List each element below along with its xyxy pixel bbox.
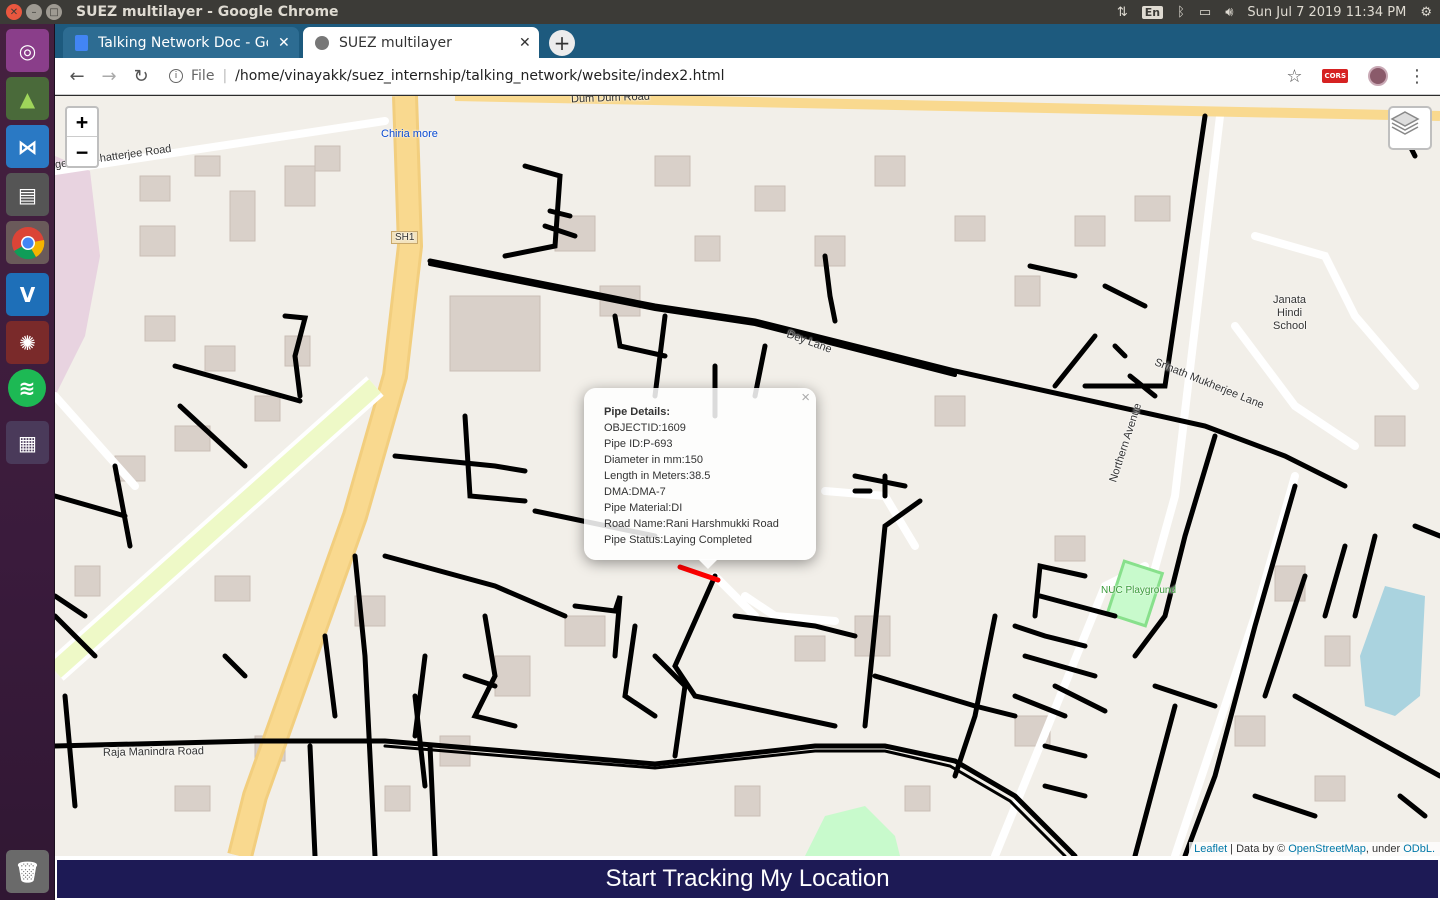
reload-icon[interactable]: ↻ bbox=[125, 66, 157, 87]
popup-heading: Pipe Details: bbox=[604, 406, 671, 418]
google-docs-icon bbox=[75, 34, 88, 51]
layers-icon bbox=[1390, 111, 1420, 135]
battery-icon[interactable]: ▭ bbox=[1199, 5, 1211, 20]
pipe-details-popup: × Pipe Details: OBJECTID:1609 Pipe ID:P-… bbox=[584, 388, 816, 560]
window-minimize-button[interactable]: – bbox=[26, 4, 42, 20]
keyboard-language-indicator[interactable]: En bbox=[1141, 5, 1164, 19]
popup-line: DMA:DMA-7 bbox=[604, 486, 666, 498]
tab-talking-network-doc[interactable]: Talking Network Doc - Google Docs ✕ bbox=[63, 27, 299, 58]
tab-label: Talking Network Doc - Google Docs bbox=[98, 34, 268, 51]
map-label-nuc-playground: NUC Playground bbox=[1101, 585, 1177, 596]
popup-line: Pipe Material:DI bbox=[604, 502, 683, 514]
scheme-label: File bbox=[191, 68, 215, 84]
map-label-raja-manindra-road: Raja Manindra Road bbox=[102, 745, 204, 759]
map-attribution: Leaflet | Data by © OpenStreetMap, under… bbox=[1189, 842, 1440, 856]
chrome-icon[interactable] bbox=[6, 221, 49, 264]
files-icon[interactable]: ▤ bbox=[6, 173, 49, 216]
volume-icon[interactable]: 🔊︎ bbox=[1225, 5, 1233, 20]
popup-line: Diameter in mm:150 bbox=[604, 454, 704, 466]
map-label-sh1: SH1 bbox=[391, 231, 419, 244]
menu-dots-icon[interactable]: ⋮ bbox=[1408, 66, 1426, 87]
browser-toolbar: ← → ↻ i File | /home/vinayakk/suez_inter… bbox=[55, 58, 1440, 95]
clock[interactable]: Sun Jul 7 2019 11:34 PM bbox=[1247, 5, 1406, 20]
popup-line: Pipe Status:Laying Completed bbox=[604, 534, 752, 546]
trash-icon[interactable]: 🗑︎ bbox=[6, 850, 49, 893]
popup-line: Road Name:Rani Harshmukki Road bbox=[604, 518, 779, 530]
window-maximize-button[interactable]: □ bbox=[46, 4, 62, 20]
tab-suez-multilayer[interactable]: SUEZ multilayer ✕ bbox=[303, 27, 539, 58]
back-arrow-icon[interactable]: ← bbox=[61, 66, 93, 87]
window-controls: ✕ – □ bbox=[2, 4, 64, 20]
launcher: ◎ ▲ ⋈ ▤ V ✺ ≋ ▦ 🗑︎ bbox=[0, 24, 55, 900]
zoom-control: + − bbox=[65, 106, 99, 168]
osm-link[interactable]: OpenStreetMap bbox=[1288, 843, 1366, 855]
leaflet-link[interactable]: Leaflet bbox=[1194, 843, 1227, 855]
address-bar[interactable]: i File | /home/vinayakk/suez_internship/… bbox=[169, 68, 725, 84]
vnc-viewer-icon[interactable]: V bbox=[6, 273, 49, 316]
tab-label: SUEZ multilayer bbox=[339, 34, 452, 51]
zoom-out-button[interactable]: − bbox=[67, 137, 97, 166]
bookmark-star-icon[interactable]: ☆ bbox=[1286, 66, 1302, 87]
popup-close-button[interactable]: × bbox=[801, 390, 810, 406]
map-label-chiria-more: Chiria more bbox=[381, 128, 438, 140]
network-transfer-icon[interactable]: ⇅ bbox=[1117, 5, 1128, 20]
layers-control-button[interactable] bbox=[1388, 106, 1432, 150]
tracking-bar: Start Tracking My Location bbox=[55, 856, 1440, 900]
tab-close-icon[interactable]: ✕ bbox=[278, 35, 290, 51]
popup-tip bbox=[698, 559, 718, 569]
system-tray: ⇅ En ᛒ ▭ 🔊︎ Sun Jul 7 2019 11:34 PM ⚙ bbox=[1117, 5, 1440, 20]
map-label-janata-3: School bbox=[1273, 320, 1307, 332]
android-studio-icon[interactable]: ▲ bbox=[6, 77, 49, 120]
profile-avatar[interactable] bbox=[1368, 66, 1388, 86]
globe-icon bbox=[315, 35, 329, 50]
cors-extension-icon[interactable]: CORS bbox=[1322, 69, 1348, 83]
system-top-bar: ✕ – □ SUEZ multilayer - Google Chrome ⇅ … bbox=[0, 0, 1440, 24]
popup-line: Pipe ID:P-693 bbox=[604, 438, 673, 450]
toolbar-actions: ☆ CORS ⋮ bbox=[1286, 66, 1440, 87]
start-tracking-button[interactable]: Start Tracking My Location bbox=[57, 860, 1438, 898]
url-text[interactable]: /home/vinayakk/suez_internship/talking_n… bbox=[235, 68, 724, 84]
forward-arrow-icon[interactable]: → bbox=[93, 66, 125, 87]
map-label-janata-2: Hindi bbox=[1277, 307, 1303, 319]
map-label-janata-1: Janata bbox=[1273, 294, 1307, 306]
attribution-text: | Data by © bbox=[1227, 843, 1289, 855]
tab-close-icon[interactable]: ✕ bbox=[519, 35, 531, 51]
window-title: SUEZ multilayer - Google Chrome bbox=[76, 4, 339, 20]
separator: | bbox=[222, 68, 228, 84]
tab-strip: Talking Network Doc - Google Docs ✕ SUEZ… bbox=[55, 24, 1440, 58]
workspace-switcher-icon[interactable]: ▦ bbox=[6, 421, 49, 464]
odbl-link[interactable]: ODbL. bbox=[1403, 843, 1435, 855]
attribution-text: , under bbox=[1365, 843, 1404, 855]
network-tool-icon[interactable]: ✺ bbox=[6, 321, 49, 364]
zoom-in-button[interactable]: + bbox=[67, 108, 97, 137]
window-close-button[interactable]: ✕ bbox=[6, 4, 22, 20]
bluetooth-icon[interactable]: ᛒ bbox=[1177, 5, 1185, 20]
settings-gear-icon[interactable]: ⚙ bbox=[1420, 5, 1432, 20]
popup-line: Length in Meters:38.5 bbox=[604, 470, 711, 482]
spotify-icon[interactable]: ≋ bbox=[8, 369, 46, 407]
popup-line: OBJECTID:1609 bbox=[604, 422, 686, 434]
vscode-icon[interactable]: ⋈ bbox=[6, 125, 49, 168]
new-tab-button[interactable]: + bbox=[549, 30, 575, 56]
ubuntu-dash-icon[interactable]: ◎ bbox=[6, 29, 49, 72]
map-container[interactable]: Chiria more SH1 agendra Chatterjee Road … bbox=[55, 96, 1440, 856]
info-icon[interactable]: i bbox=[169, 69, 183, 83]
